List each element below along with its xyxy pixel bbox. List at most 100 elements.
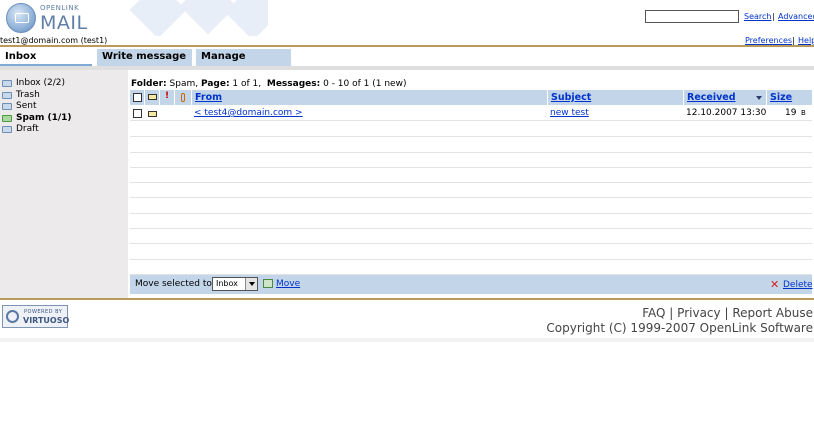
- empty-row: [130, 153, 812, 168]
- attachment-header: [175, 90, 192, 105]
- sidebar-item-inbox[interactable]: Inbox (2/2): [0, 78, 128, 90]
- folder-icon: [2, 103, 12, 110]
- page-label: Page:: [200, 79, 230, 89]
- virtuoso-logo-icon: [6, 310, 19, 323]
- subject-column-header: Subject: [548, 90, 684, 105]
- sidebar-item-label: Spam (1/1): [16, 112, 72, 123]
- footer-bottom-bar: [0, 338, 814, 342]
- badge-main-text: VIRTUOSO: [23, 316, 70, 325]
- move-icon[interactable]: [263, 279, 273, 288]
- search-link[interactable]: Search: [744, 12, 771, 21]
- spam-folder-icon: [2, 114, 12, 122]
- separator: |: [669, 306, 674, 320]
- table-row[interactable]: < test4@domain.com > new test 12.10.2007…: [130, 106, 812, 121]
- header: OPENLINK MAIL Search | Advanced test1@do…: [0, 0, 814, 48]
- move-selected-label: Move selected to: [135, 279, 212, 289]
- sidebar-item-sent[interactable]: Sent: [0, 101, 128, 113]
- message-subject-link[interactable]: new test: [550, 108, 589, 118]
- folder-icon: [2, 91, 12, 99]
- folder-icon: [2, 80, 12, 87]
- tab-inbox[interactable]: Inbox: [0, 49, 92, 66]
- message-size-unit: B: [801, 109, 806, 117]
- tab-bar: Inbox Write message Manage: [0, 49, 814, 66]
- copyright: Copyright (C) 1999-2007 OpenLink Softwar…: [546, 321, 813, 335]
- empty-row: [130, 260, 812, 275]
- from-column-header: From: [192, 90, 548, 105]
- delete-button[interactable]: Delete: [783, 280, 813, 290]
- separator: |: [772, 12, 775, 21]
- message-list-panel: Folder: Spam, Page: 1 of 1, Messages: 0 …: [128, 70, 814, 298]
- logo-top-text: OPENLINK: [40, 4, 80, 12]
- move-target-value: Inbox: [216, 279, 238, 288]
- message-size: 19: [785, 108, 797, 118]
- select-all-header: [130, 90, 145, 105]
- empty-row: [130, 168, 812, 183]
- tab-manage[interactable]: Manage: [196, 49, 291, 66]
- sidebar-item-trash[interactable]: Trash: [0, 90, 128, 102]
- faq-link[interactable]: FAQ: [642, 306, 665, 320]
- openlink-mail-logo[interactable]: OPENLINK MAIL: [6, 3, 88, 34]
- folder-sidebar: Inbox (2/2) Trash Sent Spam (1/1) Draft: [0, 70, 128, 298]
- row-checkbox[interactable]: [133, 109, 142, 118]
- header-divider: [0, 45, 814, 47]
- envelope-icon: [148, 94, 157, 100]
- folder-value: Spam,: [169, 79, 199, 89]
- chevron-down-icon[interactable]: [245, 278, 257, 290]
- read-status-header: [145, 90, 160, 105]
- header-decoration: [128, 0, 268, 36]
- received-column-header: Received: [684, 90, 767, 105]
- unread-envelope-icon: [148, 111, 157, 117]
- empty-row: [130, 183, 812, 198]
- message-received: 12.10.2007 13:30: [686, 108, 767, 118]
- folder-icon: [2, 126, 12, 133]
- size-sort-link[interactable]: Size: [770, 92, 792, 103]
- empty-row: [130, 229, 812, 244]
- sidebar-item-label: Trash: [16, 89, 40, 100]
- attachment-icon: [181, 93, 185, 102]
- advanced-search-link[interactable]: Advanced: [778, 12, 814, 21]
- help-link[interactable]: Help: [798, 36, 814, 45]
- empty-row: [130, 245, 812, 260]
- empty-row: [130, 122, 812, 137]
- subject-sort-link[interactable]: Subject: [551, 92, 591, 103]
- from-sort-link[interactable]: From: [195, 92, 222, 103]
- size-column-header: Size: [767, 90, 812, 105]
- footer: POWERED BY VIRTUOSO FAQ | Privacy | Repo…: [0, 300, 814, 342]
- action-bar: Move selected to Inbox Move ✕ Delete: [130, 275, 813, 294]
- logo-main-text: MAIL: [40, 12, 88, 34]
- preferences-link[interactable]: Preferences: [745, 36, 792, 45]
- sidebar-item-spam[interactable]: Spam (1/1): [0, 113, 128, 125]
- tab-write-message[interactable]: Write message: [97, 49, 192, 66]
- page-value: 1 of 1,: [232, 79, 262, 89]
- footer-links: FAQ | Privacy | Report Abuse: [642, 306, 813, 320]
- move-button[interactable]: Move: [276, 279, 300, 289]
- priority-header: !: [160, 90, 175, 105]
- mail-logo-icon: [6, 3, 36, 33]
- separator: |: [724, 306, 729, 320]
- priority-icon: !: [165, 91, 170, 101]
- sidebar-item-label: Draft: [16, 124, 39, 134]
- report-abuse-link[interactable]: Report Abuse: [732, 306, 813, 320]
- powered-by-virtuoso-badge[interactable]: POWERED BY VIRTUOSO: [2, 305, 70, 328]
- delete-icon[interactable]: ✕: [770, 278, 779, 291]
- messages-value: 0 - 10 of 1 (1 new): [323, 79, 407, 89]
- messages-label: Messages:: [266, 79, 321, 89]
- folder-label: Folder:: [131, 79, 167, 89]
- folder-info: Folder: Spam, Page: 1 of 1, Messages: 0 …: [131, 79, 406, 89]
- badge-top-text: POWERED BY: [24, 309, 63, 315]
- empty-row: [130, 138, 812, 153]
- received-sort-link[interactable]: Received: [687, 92, 736, 103]
- message-from-link[interactable]: < test4@domain.com >: [194, 108, 303, 118]
- privacy-link[interactable]: Privacy: [677, 306, 720, 320]
- move-target-select[interactable]: Inbox: [212, 277, 258, 291]
- user-email: test1@domain.com (test1): [0, 36, 108, 45]
- sort-descending-icon: [756, 96, 762, 100]
- empty-row: [130, 214, 812, 229]
- search-input[interactable]: [645, 10, 739, 23]
- sidebar-item-draft[interactable]: Draft: [0, 124, 128, 136]
- sidebar-item-label: Sent: [16, 101, 37, 111]
- sidebar-item-label: Inbox (2/2): [16, 78, 65, 88]
- empty-row: [130, 199, 812, 214]
- separator: |: [792, 36, 795, 45]
- select-all-checkbox[interactable]: [133, 93, 142, 102]
